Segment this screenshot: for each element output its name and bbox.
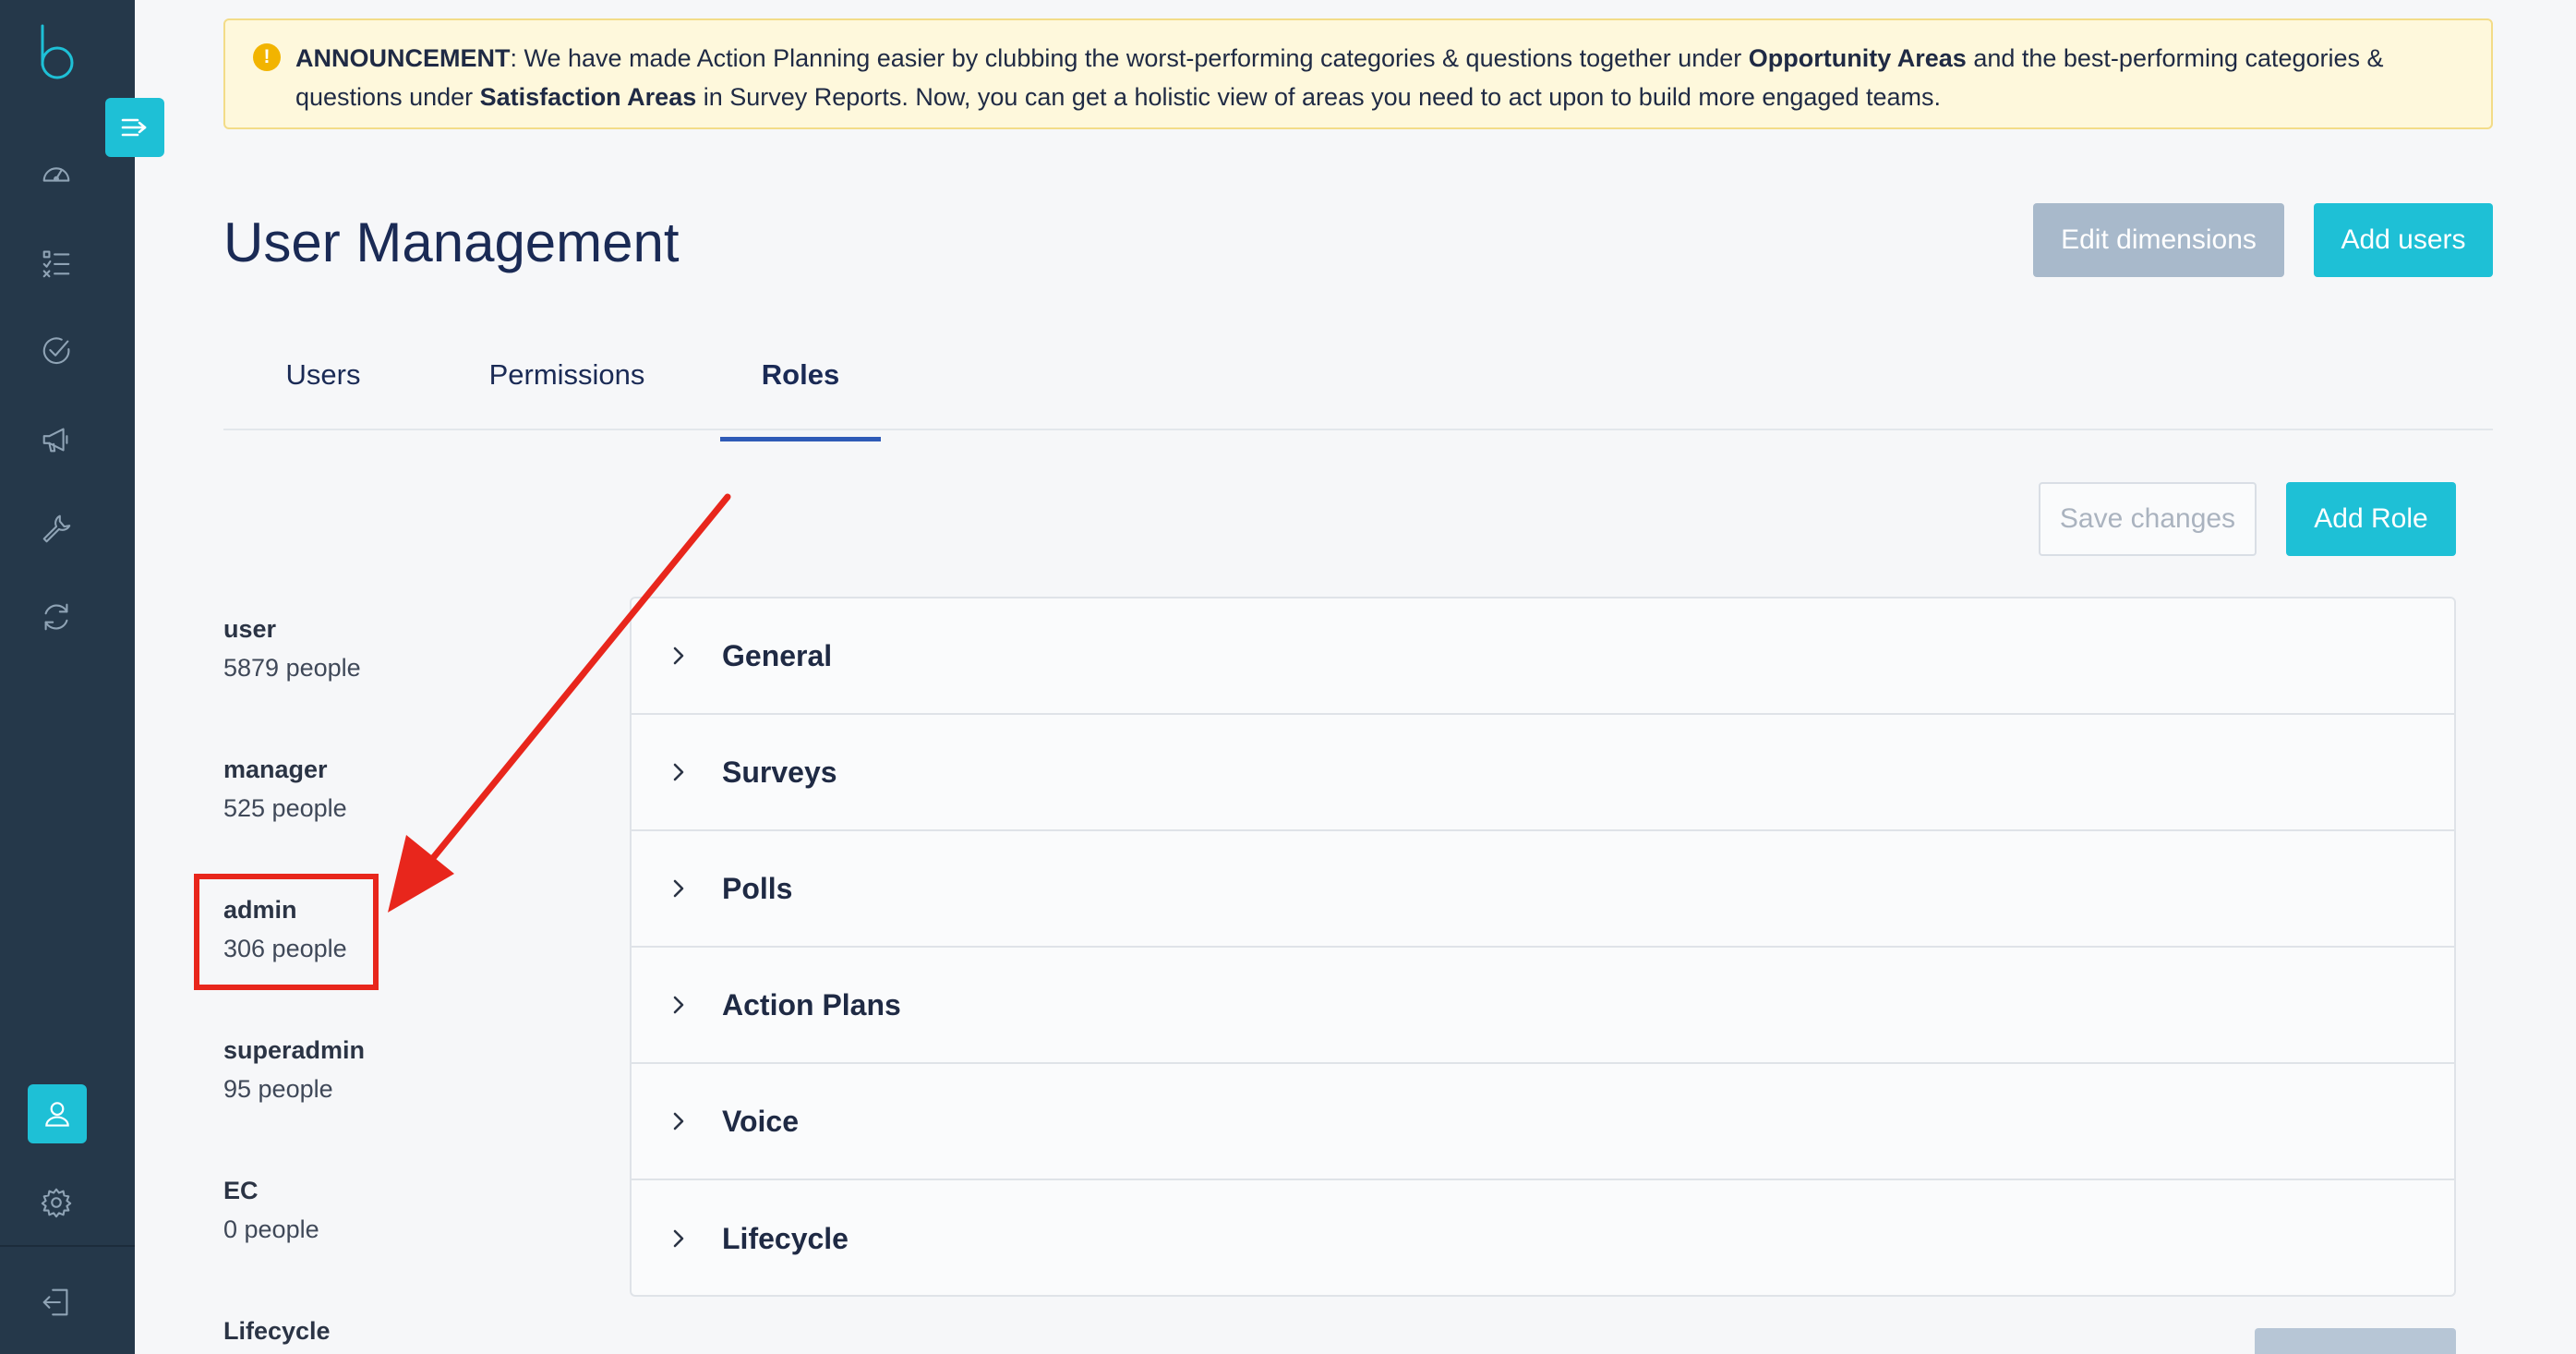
wrench-icon[interactable] xyxy=(34,506,78,550)
user-icon[interactable] xyxy=(28,1084,87,1143)
role-item-superadmin[interactable]: superadmin 95 people xyxy=(223,1031,365,1108)
chevron-right-icon xyxy=(665,875,692,902)
tab-bar: Users Permissions Roles xyxy=(223,347,2493,441)
logo-icon[interactable] xyxy=(35,22,79,81)
dashboard-icon[interactable] xyxy=(34,151,78,196)
accordion-label: Polls xyxy=(722,871,793,905)
accordion-label: Lifecycle xyxy=(722,1221,849,1255)
checklist-icon[interactable] xyxy=(34,240,78,284)
announcement-banner: ! ANNOUNCEMENT: We have made Action Plan… xyxy=(223,18,2493,129)
role-name: superadmin xyxy=(223,1036,366,1064)
announcement-text-1: : We have made Action Planning easier by… xyxy=(510,44,1749,72)
accordion-label: Action Plans xyxy=(722,987,901,1022)
accordion-item-lifecycle[interactable]: Lifecycle xyxy=(632,1180,2454,1297)
accordion-item-general[interactable]: General xyxy=(632,598,2454,715)
permissions-accordion: General Surveys Polls Action Plans Voice… xyxy=(630,597,2456,1297)
chevron-right-icon xyxy=(665,642,692,670)
page-title: User Management xyxy=(223,212,680,273)
role-item-manager[interactable]: manager 525 people xyxy=(223,750,347,828)
role-item-user[interactable]: user 5879 people xyxy=(223,610,361,687)
add-users-button[interactable]: Add users xyxy=(2314,203,2493,277)
announcement-bold-2: Satisfaction Areas xyxy=(479,83,697,111)
role-name: manager xyxy=(223,756,328,783)
check-circle-icon[interactable] xyxy=(34,329,78,373)
accordion-label: Surveys xyxy=(722,755,837,789)
sync-icon[interactable] xyxy=(34,595,78,639)
accordion-item-surveys[interactable]: Surveys xyxy=(632,715,2454,831)
role-count: 0 people xyxy=(223,1215,319,1243)
logout-icon[interactable] xyxy=(34,1280,78,1324)
chevron-right-icon xyxy=(665,758,692,786)
role-count: 525 people xyxy=(223,794,347,822)
save-changes-button[interactable]: Save changes xyxy=(2039,482,2257,556)
role-name: user xyxy=(223,615,277,643)
chevron-right-icon xyxy=(665,991,692,1019)
accordion-label: Voice xyxy=(722,1104,799,1138)
partial-button[interactable] xyxy=(2255,1328,2456,1354)
accordion-item-voice[interactable]: Voice xyxy=(632,1064,2454,1180)
warning-icon: ! xyxy=(253,43,281,71)
megaphone-icon[interactable] xyxy=(34,417,78,462)
role-item-lifecycle[interactable]: Lifecycle xyxy=(223,1312,331,1350)
sidebar-collapse-button[interactable] xyxy=(105,98,164,157)
sidebar xyxy=(0,0,135,1354)
annotation-highlight-box xyxy=(194,874,379,990)
accordion-label: General xyxy=(722,638,833,672)
tab-permissions[interactable]: Permissions xyxy=(475,358,659,430)
tab-roles[interactable]: Roles xyxy=(720,358,881,441)
chevron-right-icon xyxy=(665,1225,692,1252)
add-role-button[interactable]: Add Role xyxy=(2286,482,2456,556)
sidebar-divider xyxy=(0,1245,135,1247)
role-name: Lifecycle xyxy=(223,1317,331,1345)
accordion-item-action-plans[interactable]: Action Plans xyxy=(632,948,2454,1064)
role-count: 5879 people xyxy=(223,654,361,682)
gear-icon[interactable] xyxy=(34,1180,78,1225)
role-item-ec[interactable]: EC 0 people xyxy=(223,1171,319,1249)
announcement-text-3: in Survey Reports. Now, you can get a ho… xyxy=(696,83,1942,111)
chevron-right-icon xyxy=(665,1107,692,1135)
tab-users[interactable]: Users xyxy=(268,358,379,430)
announcement-bold-1: Opportunity Areas xyxy=(1748,44,1967,72)
accordion-item-polls[interactable]: Polls xyxy=(632,831,2454,948)
edit-dimensions-button[interactable]: Edit dimensions xyxy=(2033,203,2284,277)
announcement-prefix: ANNOUNCEMENT xyxy=(295,44,511,72)
role-name: EC xyxy=(223,1177,259,1204)
role-count: 95 people xyxy=(223,1075,333,1103)
